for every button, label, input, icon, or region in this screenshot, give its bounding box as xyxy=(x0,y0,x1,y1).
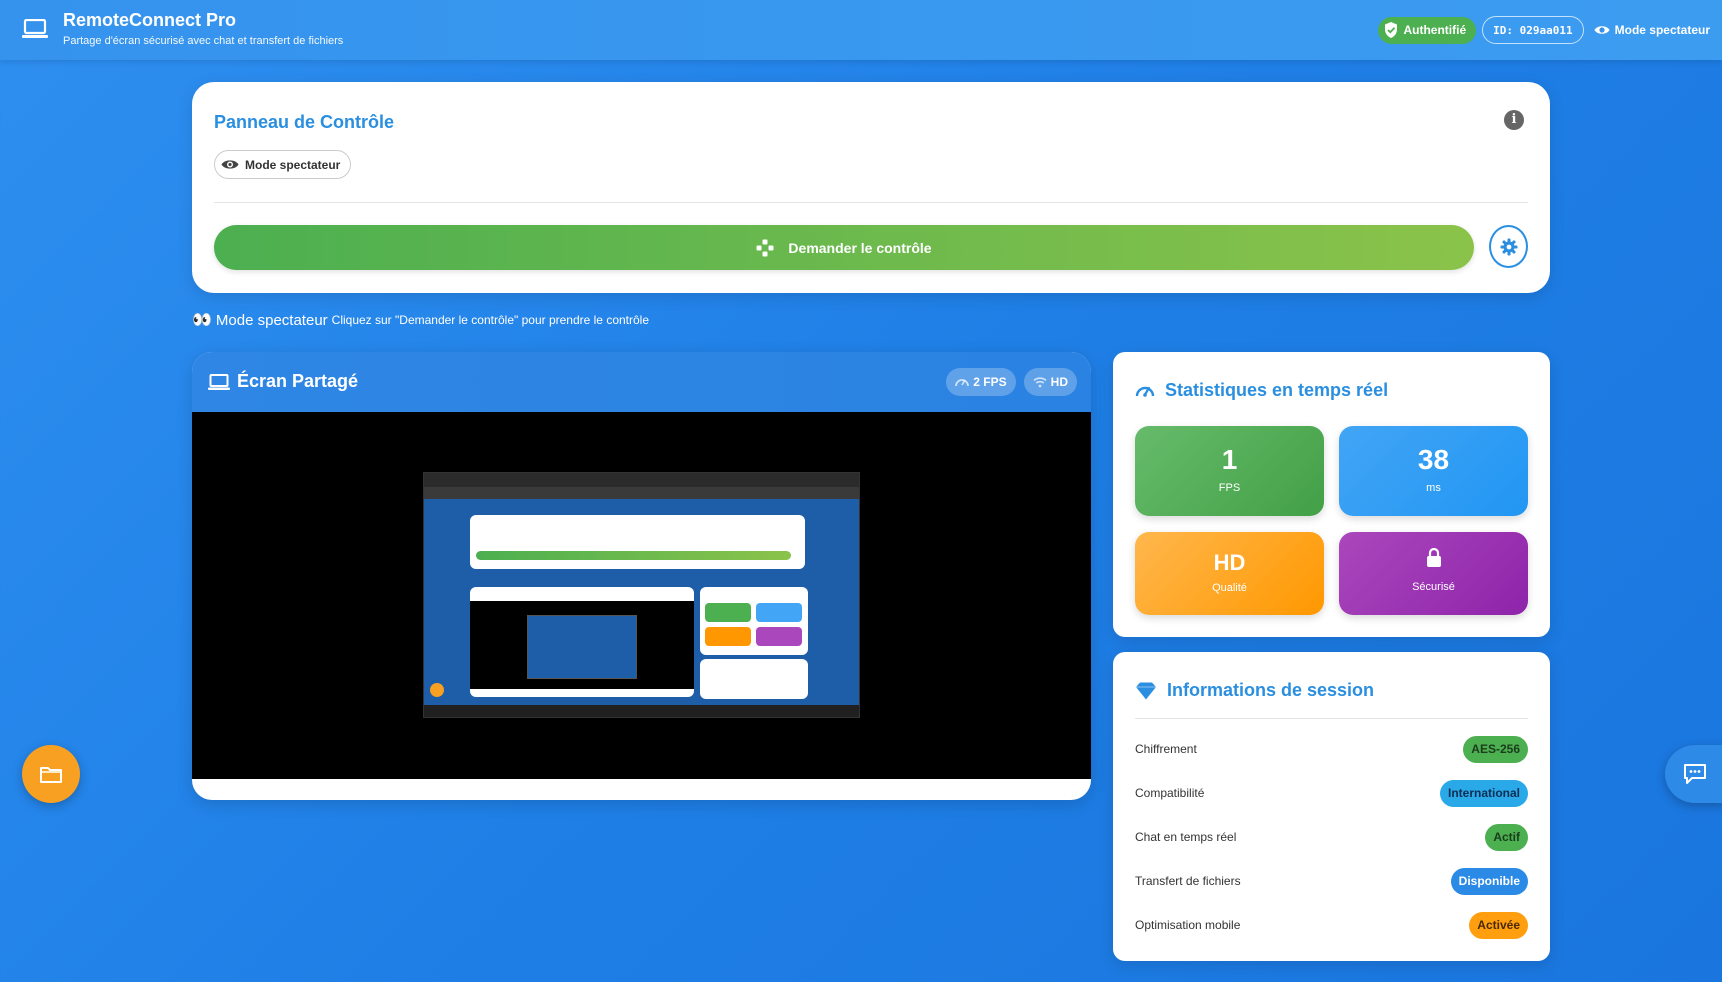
speedometer-icon xyxy=(1135,386,1155,397)
diamond-icon xyxy=(1136,682,1156,699)
quality-chip-label: HD xyxy=(1050,375,1068,389)
file-transfer-button[interactable] xyxy=(22,745,80,803)
settings-button[interactable] xyxy=(1489,225,1528,268)
session-id-badge: ID: 029aa011 xyxy=(1482,16,1584,44)
app-subtitle: Partage d'écran sécurisé avec chat et tr… xyxy=(63,35,344,47)
app-titles: RemoteConnect Pro Partage d'écran sécuri… xyxy=(63,10,343,47)
latency-label: ms xyxy=(1426,482,1441,494)
mobile-optimization-badge: Activée xyxy=(1469,911,1528,939)
chat-icon xyxy=(1684,764,1706,784)
laptop-icon xyxy=(22,19,48,38)
thumb-tile xyxy=(756,603,802,622)
app-title: RemoteConnect Pro xyxy=(63,10,237,30)
shield-icon xyxy=(1385,22,1398,38)
session-row-compatibility: Compatibilité International xyxy=(1135,778,1528,808)
session-title: Informations de session xyxy=(1135,680,1374,701)
mode-spectator-label: Mode spectateur xyxy=(245,157,341,172)
stats-title-label: Statistiques en temps réel xyxy=(1165,380,1389,400)
control-panel: Panneau de Contrôle i Mode spectateur De… xyxy=(192,82,1550,293)
control-panel-title: Panneau de Contrôle xyxy=(214,112,395,132)
divider xyxy=(1135,718,1528,719)
spectator-mode-indicator: Mode spectateur xyxy=(1590,23,1714,37)
session-row-label: Transfert de fichiers xyxy=(1135,874,1241,888)
gear-icon xyxy=(1500,238,1517,255)
gamepad-icon xyxy=(756,239,774,256)
thumb-addressbar xyxy=(424,487,859,499)
thumb-session-card xyxy=(700,659,808,699)
encryption-badge: AES-256 xyxy=(1463,735,1528,763)
session-title-label: Informations de session xyxy=(1167,680,1375,700)
wifi-icon xyxy=(1033,377,1047,388)
thumb-nested-frame xyxy=(527,615,637,679)
session-row-label: Chat en temps réel xyxy=(1135,830,1237,844)
session-row-label: Chiffrement xyxy=(1135,742,1197,756)
fps-label: FPS xyxy=(1218,482,1241,494)
laptop-icon xyxy=(208,374,230,390)
eye-icon xyxy=(221,160,239,169)
quality-stat-tile: HD Qualité xyxy=(1135,532,1324,615)
chat-button[interactable] xyxy=(1665,745,1722,803)
thumb-tile xyxy=(705,627,751,646)
session-row-chat: Chat en temps réel Actif xyxy=(1135,822,1528,852)
spectator-note-hint: Cliquez sur "Demander le contrôle" pour … xyxy=(331,313,650,327)
auth-badge-label: Authentifié xyxy=(1403,23,1467,37)
header-badges: Authentifié ID: 029aa011 Mode spectateur xyxy=(1378,16,1714,44)
thumb-taskbar xyxy=(424,705,859,717)
security-stat-tile: Sécurisé xyxy=(1339,532,1528,615)
thumb-control-panel xyxy=(470,515,805,569)
chat-status-badge: Actif xyxy=(1485,823,1528,851)
thumb-titlebar xyxy=(424,473,859,487)
thumb-folder-button xyxy=(430,683,444,697)
screen-video[interactable] xyxy=(192,412,1091,779)
stats-title: Statistiques en temps réel xyxy=(1135,380,1388,401)
latency-value: 38 xyxy=(1417,444,1450,475)
mode-spectator-pill[interactable]: Mode spectateur xyxy=(214,150,352,179)
spectator-note-mode: Mode spectateur xyxy=(215,311,328,329)
session-row-label: Optimisation mobile xyxy=(1135,918,1241,932)
fps-value: 1 xyxy=(1221,444,1238,475)
fps-chip: 2 FPS xyxy=(946,368,1016,396)
security-label: Sécurisé xyxy=(1412,581,1455,593)
session-row-file-transfer: Transfert de fichiers Disponible xyxy=(1135,866,1528,896)
request-control-button[interactable]: Demander le contrôle xyxy=(214,225,1474,270)
session-info-card: Informations de session Chiffrement AES-… xyxy=(1113,652,1550,961)
screen-chips: 2 FPS HD xyxy=(946,368,1077,396)
compatibility-badge: International xyxy=(1439,779,1528,807)
session-row-mobile: Optimisation mobile Activée xyxy=(1135,910,1528,940)
info-icon[interactable]: i xyxy=(1504,110,1524,130)
eyes-emoji: 👀 xyxy=(192,312,212,329)
stats-card: Statistiques en temps réel 1 FPS 38 ms H… xyxy=(1113,352,1550,637)
shared-screen-header: Écran Partagé 2 FPS HD xyxy=(192,352,1091,412)
fps-stat-tile: 1 FPS xyxy=(1135,426,1324,516)
thumb-tile xyxy=(756,627,802,646)
fps-chip-label: 2 FPS xyxy=(973,375,1007,389)
thumb-request-button xyxy=(476,551,791,560)
latency-stat-tile: 38 ms xyxy=(1339,426,1528,516)
lock-icon xyxy=(1426,547,1441,567)
eye-icon xyxy=(1594,26,1610,34)
request-control-label: Demander le contrôle xyxy=(788,239,932,256)
spectator-note: 👀 Mode spectateur Cliquez sur "Demander l… xyxy=(192,310,649,330)
session-row-encryption: Chiffrement AES-256 xyxy=(1135,734,1528,764)
quality-value: HD xyxy=(1213,550,1246,575)
file-transfer-badge: Disponible xyxy=(1450,867,1528,895)
divider xyxy=(214,202,1528,203)
spectator-mode-label: Mode spectateur xyxy=(1614,23,1710,37)
session-row-label: Compatibilité xyxy=(1135,786,1205,800)
quality-label: Qualité xyxy=(1212,582,1247,594)
folder-icon xyxy=(40,767,62,783)
screen-frame-thumbnail xyxy=(423,472,860,718)
shared-screen-title: Écran Partagé xyxy=(237,371,359,391)
speedometer-icon xyxy=(955,379,970,387)
shared-screen-card: Écran Partagé 2 FPS HD xyxy=(192,352,1091,800)
thumb-tile xyxy=(705,603,751,622)
top-bar: RemoteConnect Pro Partage d'écran sécuri… xyxy=(0,0,1722,60)
auth-badge: Authentifié xyxy=(1378,16,1477,44)
quality-chip: HD xyxy=(1023,368,1077,396)
